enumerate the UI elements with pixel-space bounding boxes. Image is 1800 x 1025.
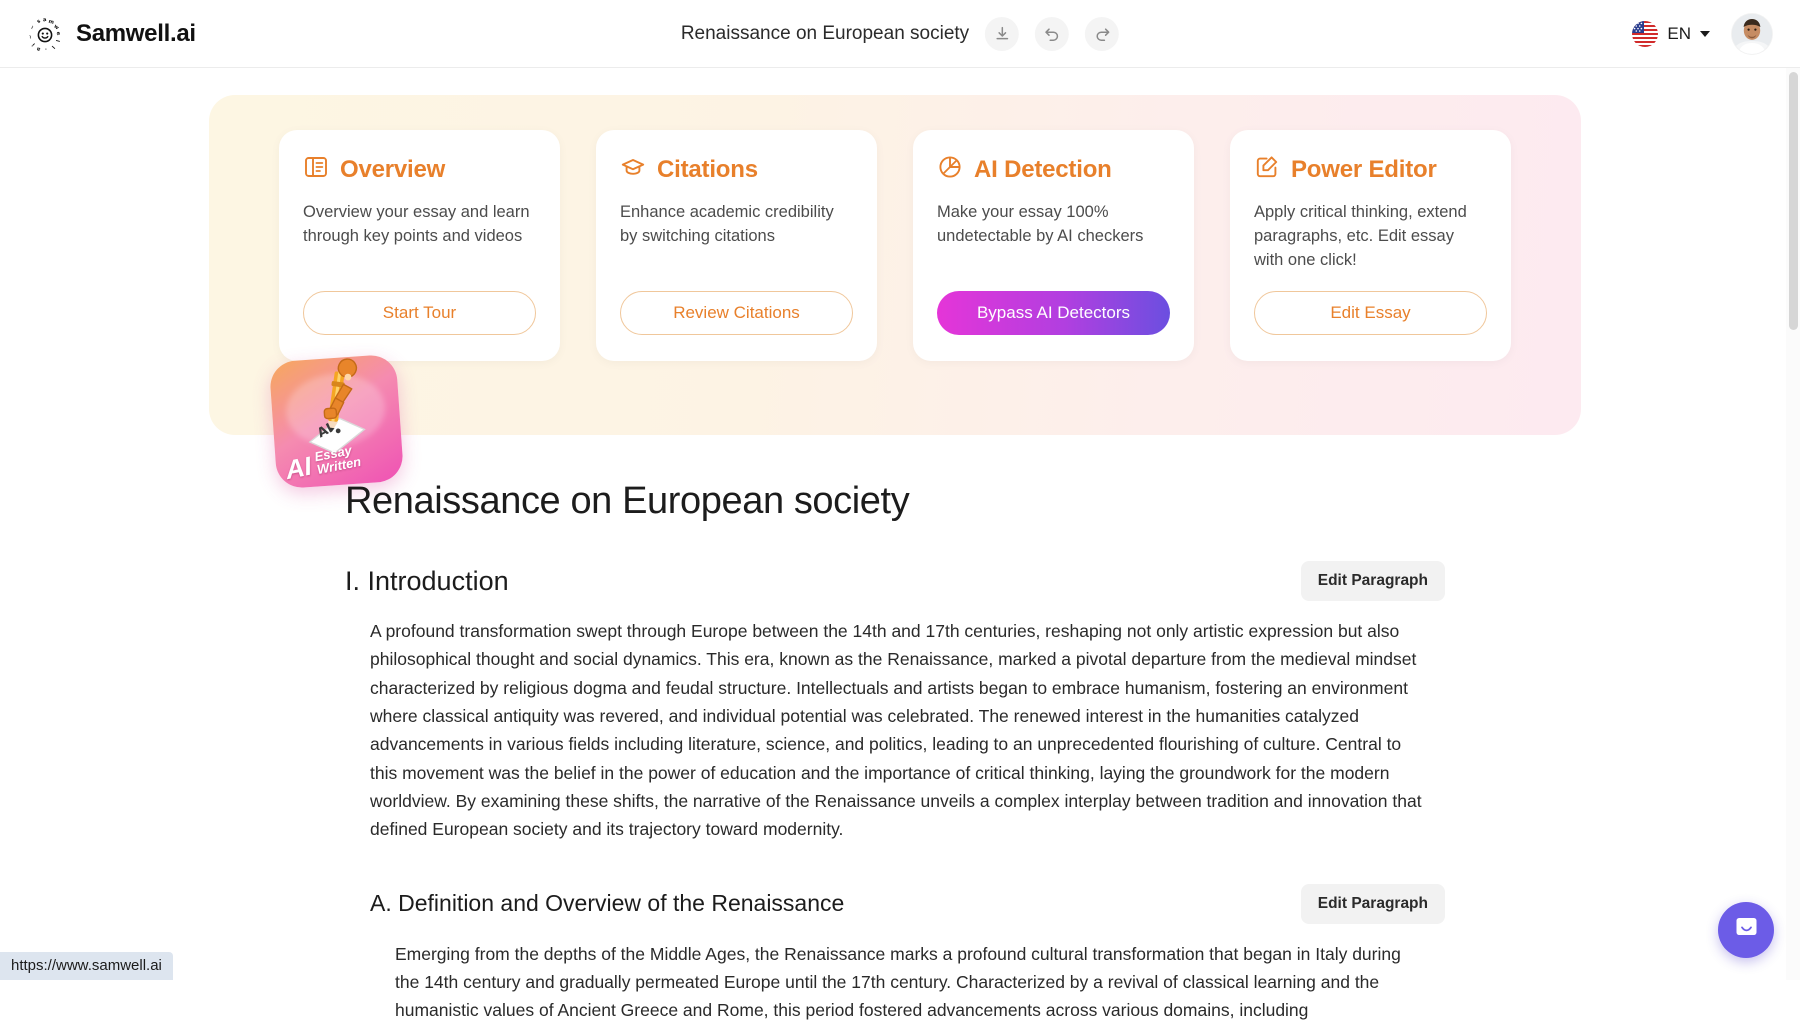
chevron-down-icon (1700, 31, 1710, 37)
feature-banner: Overview Overview your essay and learn t… (209, 95, 1581, 435)
section-introduction: I. Introduction Edit Paragraph A profoun… (345, 561, 1445, 1025)
svg-text:l: l (50, 44, 56, 50)
section-heading: I. Introduction (345, 566, 509, 597)
card-description: Overview your essay and learn through ke… (303, 201, 536, 273)
ai-essay-written-badge: AI AI Essay Written (269, 354, 405, 490)
section-definition-overview: A. Definition and Overview of the Renais… (345, 884, 1445, 1025)
language-label: EN (1667, 24, 1691, 44)
download-button[interactable] (985, 17, 1019, 51)
card-title: Citations (657, 156, 758, 184)
card-header: Power Editor (1254, 154, 1487, 185)
card-ai-detection[interactable]: AI Detection Make your essay 100% undete… (913, 130, 1194, 361)
essay-document: Renaissance on European society I. Intro… (0, 480, 1800, 1025)
card-header: AI Detection (937, 154, 1170, 185)
scrollbar-thumb[interactable] (1789, 72, 1798, 330)
svg-text:l: l (54, 39, 60, 42)
card-description: Apply critical thinking, extend paragrap… (1254, 201, 1487, 273)
graduation-cap-icon (620, 154, 646, 185)
language-selector[interactable]: EN (1632, 21, 1710, 47)
edit-paragraph-button[interactable]: Edit Paragraph (1301, 884, 1445, 924)
svg-text:~: ~ (29, 24, 36, 30)
card-header: Citations (620, 154, 853, 185)
avatar[interactable] (1732, 14, 1772, 54)
undo-icon (1043, 24, 1062, 43)
badge-primary-text: AI (284, 454, 314, 482)
document-title-group: Renaissance on European society (681, 17, 1119, 51)
book-overview-icon (303, 154, 329, 185)
card-title: Overview (340, 156, 445, 184)
svg-text:a: a (36, 45, 41, 52)
brand-name: Samwell.ai (76, 20, 196, 48)
card-header: Overview (303, 154, 536, 185)
start-tour-button[interactable]: Start Tour (303, 291, 536, 335)
header-document-title: Renaissance on European society (681, 23, 969, 45)
edit-paragraph-button[interactable]: Edit Paragraph (1301, 561, 1445, 601)
section-header: I. Introduction Edit Paragraph (345, 561, 1445, 601)
svg-text:~: ~ (27, 33, 34, 39)
brand[interactable]: s a m w e l l . a i ~ ~ Samwell.ai (26, 15, 196, 53)
section-heading: A. Definition and Overview of the Renais… (370, 890, 844, 917)
chat-launcher-button[interactable] (1718, 902, 1774, 958)
svg-text:w: w (52, 23, 60, 31)
pie-chart-icon (937, 154, 963, 185)
bypass-ai-detectors-button[interactable]: Bypass AI Detectors (937, 291, 1170, 335)
svg-text:a: a (42, 16, 47, 23)
download-icon (994, 25, 1011, 42)
card-power-editor[interactable]: Power Editor Apply critical thinking, ex… (1230, 130, 1511, 361)
status-bar-url: https://www.samwell.ai (0, 952, 173, 980)
section-paragraph: Emerging from the depths of the Middle A… (395, 940, 1430, 1025)
svg-text:e: e (55, 30, 62, 36)
undo-button[interactable] (1035, 17, 1069, 51)
pencil-square-icon (1254, 154, 1280, 185)
card-title: AI Detection (974, 156, 1112, 184)
samwell-sun-logo-icon: s a m w e l l . a i ~ ~ (26, 15, 64, 53)
svg-text:s: s (36, 18, 42, 25)
redo-button[interactable] (1085, 17, 1119, 51)
card-title: Power Editor (1291, 156, 1437, 184)
intercom-chat-icon (1733, 914, 1760, 946)
section-header: A. Definition and Overview of the Renais… (345, 884, 1445, 924)
card-citations[interactable]: Citations Enhance academic credibility b… (596, 130, 877, 361)
card-description: Make your essay 100% undetectable by AI … (937, 201, 1170, 273)
redo-icon (1093, 24, 1112, 43)
svg-text:.: . (44, 46, 47, 52)
header-right: EN (1632, 14, 1772, 54)
section-paragraph: A profound transformation swept through … (370, 617, 1430, 844)
svg-text:m: m (48, 18, 55, 25)
page-title: Renaissance on European society (345, 480, 1800, 523)
review-citations-button[interactable]: Review Citations (620, 291, 853, 335)
app-header: s a m w e l l . a i ~ ~ Samwell.ai Renai… (0, 0, 1800, 68)
us-flag-icon (1632, 21, 1658, 47)
card-overview[interactable]: Overview Overview your essay and learn t… (279, 130, 560, 361)
card-description: Enhance academic credibility by switchin… (620, 201, 853, 273)
edit-essay-button[interactable]: Edit Essay (1254, 291, 1487, 335)
feature-cards: Overview Overview your essay and learn t… (209, 130, 1581, 361)
svg-text:i: i (31, 41, 37, 47)
